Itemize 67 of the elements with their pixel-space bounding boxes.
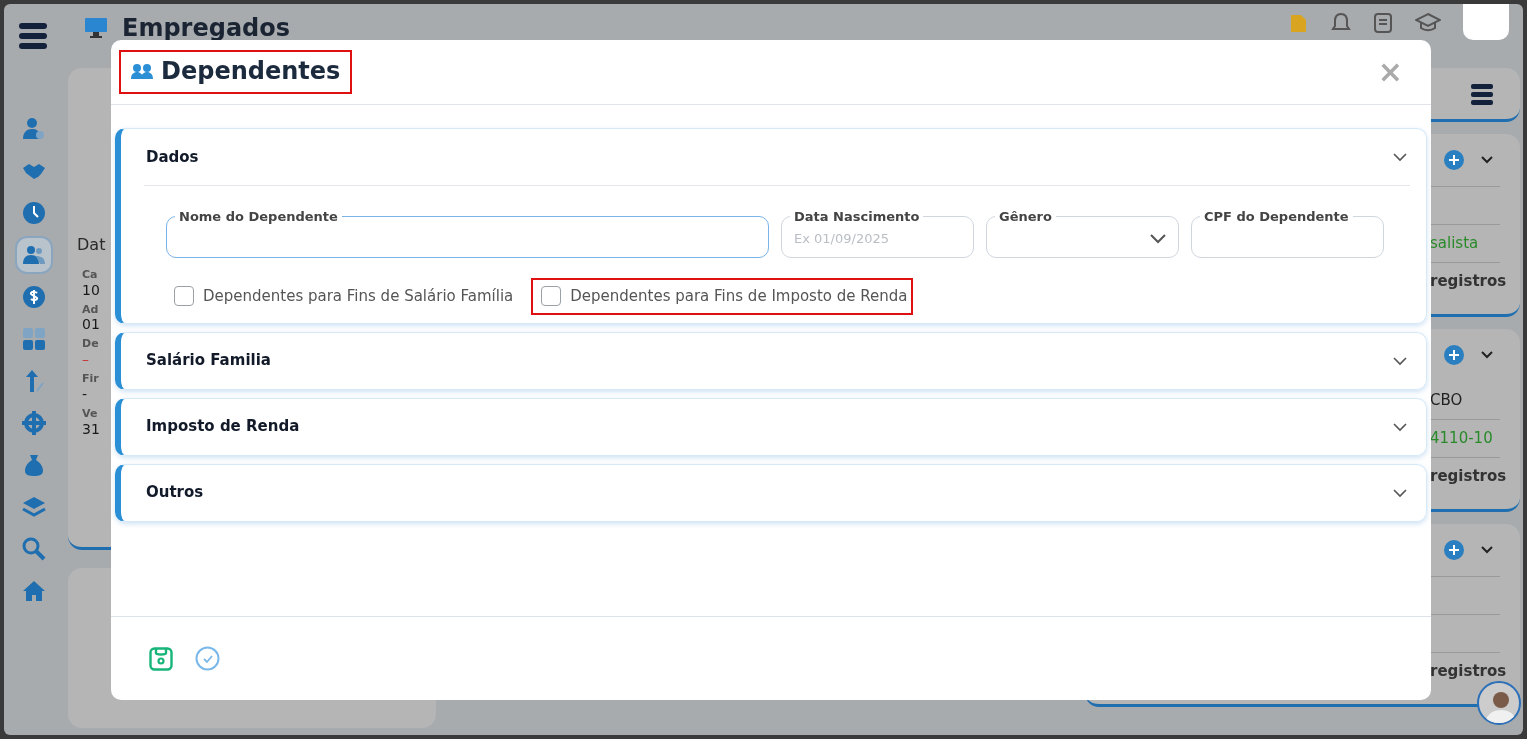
calculator-icon (22, 327, 46, 351)
table-cell-text: registros (1430, 271, 1507, 293)
table-cell-text: registros (1430, 466, 1507, 488)
field-label: Ve (82, 407, 98, 421)
chevron-down-icon (1392, 152, 1408, 162)
chevron-down-icon (1150, 233, 1166, 244)
sidebar-item[interactable] (17, 238, 51, 272)
table-cell-text: salista (1430, 233, 1479, 255)
home-icon (22, 579, 46, 603)
check-circle-icon (195, 646, 220, 671)
field-label: De (82, 338, 99, 352)
plus-icon[interactable] (1444, 345, 1464, 365)
accordion-header[interactable]: Outros (121, 464, 1426, 521)
input-field[interactable]: Data Nascimento Ex 01/09/2025 (781, 209, 974, 258)
save-button[interactable] (149, 646, 173, 671)
table-cell-text: CBO (1430, 389, 1463, 411)
accordion-header[interactable]: Salário Familia (121, 332, 1426, 389)
checkbox[interactable] (174, 286, 194, 307)
table-cell-text: registros (1430, 661, 1507, 683)
chevron-right-icon (1392, 421, 1408, 432)
chevron-down-icon[interactable] (1480, 155, 1494, 165)
menu-icon[interactable] (1470, 82, 1494, 106)
field-label: Gênero (998, 209, 1053, 225)
menu-icon[interactable] (18, 21, 48, 51)
dialog-title: Dependentes (161, 56, 341, 88)
search-icon (22, 537, 46, 561)
field-label: Fir (82, 373, 99, 386)
note-icon[interactable] (1373, 12, 1393, 34)
field-label: Nome do Dependente (178, 209, 339, 225)
field-label: CPF do Dependente (1203, 209, 1350, 225)
input-field[interactable]: Nome do Dependente (166, 209, 769, 258)
profile-box[interactable] (1463, 4, 1509, 40)
confirm-button[interactable] (195, 646, 220, 671)
money-bag-icon (22, 453, 46, 477)
user-gear-icon (22, 117, 46, 141)
text-input[interactable]: Ex 01/09/2025 (790, 229, 961, 249)
field-label: Ad (82, 303, 99, 317)
plus-icon[interactable] (1444, 150, 1464, 170)
checkbox[interactable] (541, 286, 562, 307)
checkbox-label: Dependentes para Fins de Salário Família (203, 286, 514, 307)
chevron-right-icon (1392, 487, 1408, 498)
users-icon (22, 243, 46, 267)
accordion-header[interactable]: Dados (121, 129, 1426, 185)
checkbox-label: Dependentes para Fins de Imposto de Renda (570, 286, 908, 307)
clock-icon (22, 201, 46, 225)
table-cell-text: 4110-10 (1430, 428, 1493, 450)
field-value: 10 (82, 281, 100, 298)
select-field[interactable]: Gênero (986, 209, 1179, 258)
chevron-right-icon (1392, 355, 1408, 366)
people-icon (131, 63, 153, 81)
graduation-cap-icon[interactable] (1415, 12, 1441, 34)
field-label: Ca (82, 269, 98, 282)
chevron-down-icon[interactable] (1480, 545, 1494, 555)
input-field[interactable]: CPF do Dependente (1191, 209, 1384, 258)
plus-icon[interactable] (1444, 540, 1464, 560)
dollar-icon (22, 285, 46, 309)
monitor-icon (84, 17, 108, 39)
field-value: 31 (82, 420, 100, 437)
field-value: - (82, 385, 88, 402)
section-heading: Dat (77, 234, 107, 256)
chevron-down-icon[interactable] (1480, 350, 1494, 360)
accordion-header[interactable]: Imposto de Renda (121, 398, 1426, 455)
field-label: Data Nascimento (793, 209, 921, 225)
page-title: Empregados (122, 13, 291, 44)
layers-icon (22, 495, 46, 519)
field-value: – (82, 351, 89, 368)
field-value: 01 (82, 316, 100, 333)
